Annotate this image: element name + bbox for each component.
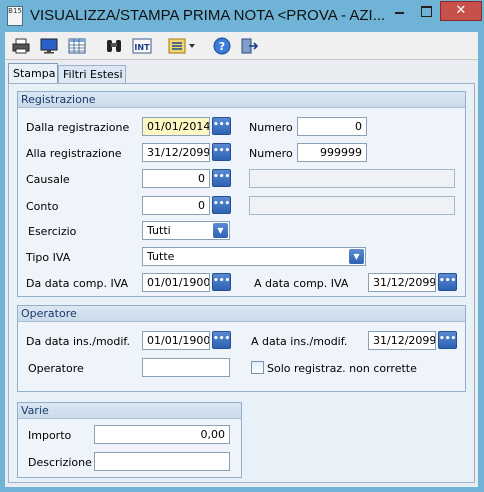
descrizione-field[interactable] [94, 452, 230, 471]
conto-description [249, 196, 455, 215]
numero-from-label: Numero [249, 121, 293, 134]
importo-field[interactable]: 0,00 [94, 425, 230, 444]
esercizio-label: Esercizio [28, 225, 77, 238]
calendar-button[interactable]: ••• [438, 273, 457, 291]
numero-from-field[interactable]: 0 [297, 117, 367, 136]
printer-icon[interactable] [11, 36, 31, 55]
da-ins-label: Da data ins./modif. [26, 335, 130, 348]
calendar-button[interactable]: ••• [212, 143, 231, 161]
varie-header: Varie [18, 403, 241, 419]
registrazione-group: Registrazione Dalla registrazione 01/01/… [17, 91, 466, 297]
table-icon[interactable] [67, 36, 87, 55]
alla-registrazione-label: Alla registrazione [26, 147, 122, 160]
a-comp-iva-label: A data comp. IVA [254, 277, 349, 290]
chevron-down-icon[interactable]: ▼ [349, 249, 364, 264]
esercizio-value: Tutti [147, 224, 171, 237]
solo-non-corrette-label: Solo registraz. non corrette [267, 362, 417, 375]
calendar-icon: ••• [213, 146, 231, 156]
operatore-group: Operatore Da data ins./modif. 01/01/1900… [17, 305, 466, 392]
tab-filtri-estesi[interactable]: Filtri Estesi [58, 65, 126, 84]
operatore-field[interactable] [142, 358, 230, 377]
causale-field[interactable]: 0 [142, 169, 210, 188]
calendar-icon: ••• [213, 276, 231, 286]
help-icon[interactable]: ? [212, 36, 232, 55]
calendar-icon: ••• [213, 334, 231, 344]
list-dropdown-icon[interactable] [168, 36, 196, 55]
numero-to-field[interactable]: 999999 [297, 143, 367, 162]
numero-to-label: Numero [249, 147, 293, 160]
operatore-label: Operatore [28, 362, 84, 375]
lookup-button[interactable]: ••• [212, 169, 231, 187]
lookup-button[interactable]: ••• [212, 196, 231, 214]
binoculars-icon[interactable] [104, 36, 124, 55]
close-button[interactable]: ✕ [440, 1, 482, 21]
tipo-iva-label: Tipo IVA [26, 251, 71, 264]
svg-text:?: ? [219, 40, 225, 53]
title-bar[interactable]: B15 VISUALIZZA/STAMPA PRIMA NOTA <PROVA … [0, 0, 484, 32]
lookup-icon: ••• [213, 199, 231, 209]
da-comp-iva-label: Da data comp. IVA [26, 277, 129, 290]
int-icon[interactable]: INT [132, 36, 152, 55]
conto-field[interactable]: 0 [142, 196, 210, 215]
da-comp-iva-field[interactable]: 01/01/1900 [142, 273, 210, 292]
exit-icon[interactable] [239, 36, 259, 55]
calendar-button[interactable]: ••• [438, 331, 457, 349]
calendar-button[interactable]: ••• [212, 331, 231, 349]
esercizio-select[interactable]: Tutti ▼ [142, 221, 230, 240]
solo-non-corrette-checkbox[interactable] [251, 361, 264, 374]
window-title: VISUALIZZA/STAMPA PRIMA NOTA <PROVA - AZ… [30, 7, 386, 24]
minimize-button[interactable] [386, 1, 413, 21]
causale-description [249, 169, 455, 188]
a-ins-field[interactable]: 31/12/2099 [368, 331, 436, 350]
tab-page-stampa: Registrazione Dalla registrazione 01/01/… [8, 83, 475, 483]
maximize-button[interactable] [413, 1, 440, 21]
tipo-iva-select[interactable]: Tutte ▼ [142, 247, 366, 266]
importo-label: Importo [28, 429, 72, 442]
calendar-button[interactable]: ••• [212, 273, 231, 291]
toolbar: INT ? [5, 32, 478, 60]
calendar-icon: ••• [439, 276, 457, 286]
tipo-iva-value: Tutte [147, 250, 175, 263]
descrizione-label: Descrizione [28, 456, 92, 469]
calendar-button[interactable]: ••• [212, 117, 231, 135]
svg-text:INT: INT [134, 43, 150, 52]
chevron-down-icon[interactable]: ▼ [213, 223, 228, 238]
close-icon: ✕ [455, 3, 467, 18]
operatore-header: Operatore [18, 306, 465, 322]
dalla-registrazione-label: Dalla registrazione [26, 121, 130, 134]
calendar-icon: ••• [213, 120, 231, 130]
causale-label: Causale [26, 173, 70, 186]
app-icon: B15 [7, 6, 23, 26]
conto-label: Conto [26, 200, 59, 213]
a-comp-iva-field[interactable]: 31/12/2099 [368, 273, 436, 292]
da-ins-field[interactable]: 01/01/1900 [142, 331, 210, 350]
calendar-icon: ••• [439, 334, 457, 344]
tab-stampa[interactable]: Stampa [8, 63, 58, 84]
alla-registrazione-field[interactable]: 31/12/2099 [142, 143, 210, 162]
monitor-icon[interactable] [39, 36, 59, 55]
lookup-icon: ••• [213, 172, 231, 182]
registrazione-header: Registrazione [18, 92, 465, 108]
dalla-registrazione-field[interactable]: 01/01/2014 [142, 117, 210, 136]
app-window: B15 VISUALIZZA/STAMPA PRIMA NOTA <PROVA … [0, 0, 484, 492]
varie-group: Varie Importo 0,00 Descrizione [17, 402, 242, 478]
a-ins-label: A data ins./modif. [251, 335, 348, 348]
